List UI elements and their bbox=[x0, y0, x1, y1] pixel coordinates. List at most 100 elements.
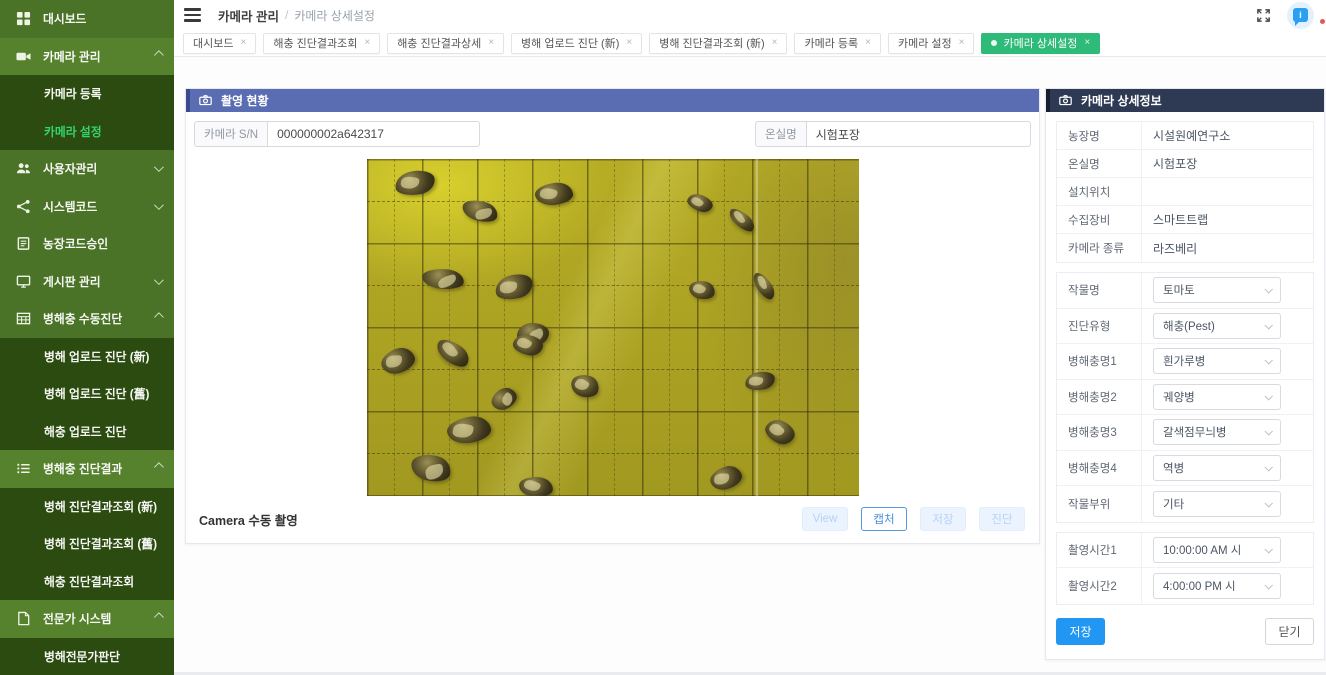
sidebar-item-pest-upload-diagnosis[interactable]: 해충 업로드 진단 bbox=[0, 413, 174, 451]
chat-info-icon[interactable]: i bbox=[1287, 2, 1314, 29]
sidebar-item-label: 병해 진단결과조회 (舊) bbox=[44, 535, 157, 552]
select-병해충명3[interactable]: 갈색점무늬병 bbox=[1153, 419, 1281, 445]
tab-해충 진단결과조회[interactable]: 해충 진단결과조회 × bbox=[263, 33, 380, 54]
sidebar-item-pest-result-query[interactable]: 해충 진단결과조회 bbox=[0, 563, 174, 601]
hamburger-menu-icon[interactable] bbox=[184, 8, 201, 22]
sidebar-item-camera-register[interactable]: 카메라 등록 bbox=[0, 75, 174, 113]
sidebar-item-label: 병해충 수동진단 bbox=[43, 310, 122, 327]
select-value: 기타 bbox=[1163, 496, 1184, 512]
detail-row-label: 촬영시간1 bbox=[1057, 533, 1142, 568]
view-button[interactable]: View bbox=[802, 507, 848, 531]
breadcrumb-section: 카메라 관리 bbox=[218, 6, 279, 25]
main-column: 카메라 관리 / 카메라 상세설정 i 대시보드×해충 진단결과조회×해충 진단… bbox=[174, 0, 1326, 675]
chevron-down-icon bbox=[1264, 545, 1272, 553]
monitor-icon bbox=[16, 273, 32, 289]
insect-blob bbox=[421, 267, 465, 291]
sidebar-item-dashboard[interactable]: 대시보드 bbox=[0, 0, 174, 38]
select-value: 10:00:00 AM 시 bbox=[1163, 542, 1241, 558]
tab-카메라 설정[interactable]: 카메라 설정× bbox=[888, 33, 975, 54]
sidebar-item-disease-result-query-new[interactable]: 병해 진단결과조회 (新) bbox=[0, 488, 174, 526]
캡처-button[interactable]: 캡처 bbox=[861, 507, 907, 531]
select-value: 갈색점무늬병 bbox=[1163, 424, 1226, 440]
grid-dashed-line bbox=[394, 159, 395, 496]
camera-sn-label: 카메라 S/N bbox=[194, 121, 267, 147]
sidebar-item-disease-upload-diagnosis-new[interactable]: 병해 업로드 진단 (新) bbox=[0, 338, 174, 376]
sidebar-item-disease-result-query-old[interactable]: 병해 진단결과조회 (舊) bbox=[0, 525, 174, 563]
select-작물명[interactable]: 토마토 bbox=[1153, 277, 1281, 303]
tab-카메라 상세설정[interactable]: 카메라 상세설정 × bbox=[981, 33, 1100, 54]
sidebar-item-label: 병해전문가판단 bbox=[44, 648, 120, 665]
sidebar-item-label: 병해충 진단결과 bbox=[43, 460, 122, 477]
tab-대시보드[interactable]: 대시보드× bbox=[183, 33, 256, 54]
topbar-actions: i bbox=[1256, 2, 1314, 29]
tab-close-icon[interactable]: × bbox=[240, 38, 246, 48]
tab-close-icon[interactable]: × bbox=[626, 38, 632, 48]
chevron-down-icon bbox=[154, 162, 164, 172]
users-icon bbox=[16, 161, 32, 177]
insect-blob bbox=[487, 384, 520, 414]
detail-row: 촬영시간1 10:00:00 AM 시 bbox=[1057, 533, 1313, 569]
camera-info-table: 농장명시설원예연구소온실명시험포장설치위치수집장비스마트트랩카메라 종류라즈베리 bbox=[1056, 121, 1314, 263]
save-button[interactable]: 저장 bbox=[1056, 618, 1105, 645]
video-camera-icon bbox=[16, 48, 32, 64]
select-촬영시간2[interactable]: 4:00:00 PM 시 bbox=[1153, 573, 1281, 599]
camera-sn-input[interactable] bbox=[267, 121, 480, 147]
tab-close-icon[interactable]: × bbox=[488, 38, 494, 48]
tab-close-icon[interactable]: × bbox=[959, 38, 965, 48]
table-icon bbox=[16, 311, 32, 327]
tab-label: 카메라 상세설정 bbox=[1003, 35, 1077, 51]
detail-row-label: 카메라 종류 bbox=[1057, 234, 1142, 262]
select-작물부위[interactable]: 기타 bbox=[1153, 491, 1281, 517]
chevron-up-icon bbox=[154, 612, 164, 622]
tab-label: 병해 진단결과조회 (新) bbox=[659, 35, 764, 51]
tab-병해 업로드 진단 (新)[interactable]: 병해 업로드 진단 (新)× bbox=[511, 33, 642, 54]
저장-button[interactable]: 저장 bbox=[920, 507, 966, 531]
tab-카메라 등록[interactable]: 카메라 등록× bbox=[794, 33, 881, 54]
tab-해충 진단결과상세[interactable]: 해충 진단결과상세× bbox=[387, 33, 504, 54]
detail-row-value bbox=[1142, 178, 1153, 205]
select-value: 토마토 bbox=[1163, 282, 1195, 298]
sidebar-item-pest-manual-diagnosis[interactable]: 병해충 수동진단 bbox=[0, 300, 174, 338]
camera-detail-panel-header: 카메라 상세정보 bbox=[1046, 89, 1324, 112]
tab-close-icon[interactable]: × bbox=[364, 38, 370, 48]
tab-병해 진단결과조회 (新)[interactable]: 병해 진단결과조회 (新) × bbox=[649, 33, 787, 54]
select-병해충명2[interactable]: 궤양병 bbox=[1153, 384, 1281, 410]
sidebar-item-pest-diagnosis-results[interactable]: 병해충 진단결과 bbox=[0, 450, 174, 488]
detail-row-label: 온실명 bbox=[1057, 150, 1142, 177]
select-진단유형[interactable]: 해충(Pest) bbox=[1153, 313, 1281, 339]
sidebar-item-disease-upload-diagnosis-old[interactable]: 병해 업로드 진단 (舊) bbox=[0, 375, 174, 413]
grid-dashed-line bbox=[779, 159, 780, 496]
sidebar-item-camera-management[interactable]: 카메라 관리 bbox=[0, 38, 174, 76]
sidebar-item-board-management[interactable]: 게시판 관리 bbox=[0, 263, 174, 301]
select-병해충명1[interactable]: 흰가루병 bbox=[1153, 348, 1281, 374]
select-병해충명4[interactable]: 역병 bbox=[1153, 455, 1281, 481]
detail-row-label: 수집장비 bbox=[1057, 206, 1142, 233]
close-button[interactable]: 닫기 bbox=[1265, 618, 1314, 645]
tab-label: 해충 진단결과조회 bbox=[273, 35, 357, 51]
sidebar-item-farm-code-approval[interactable]: 농장코드승인 bbox=[0, 225, 174, 263]
greenhouse-name-input[interactable] bbox=[806, 121, 1031, 147]
insect-blob bbox=[687, 279, 716, 301]
tab-close-icon[interactable]: × bbox=[865, 38, 871, 48]
insect-blob bbox=[749, 270, 778, 303]
grid-dashed-line bbox=[614, 159, 615, 496]
sidebar-item-system-code[interactable]: 시스템코드 bbox=[0, 188, 174, 226]
sidebar-item-user-management[interactable]: 사용자관리 bbox=[0, 150, 174, 188]
sidebar-item-camera-settings[interactable]: 카메라 설정 bbox=[0, 113, 174, 151]
select-촬영시간1[interactable]: 10:00:00 AM 시 bbox=[1153, 537, 1281, 563]
detail-row-label: 설치위치 bbox=[1057, 178, 1142, 205]
tab-close-icon[interactable]: × bbox=[1084, 38, 1090, 48]
chevron-down-icon bbox=[1264, 499, 1272, 507]
detail-panel-buttons: 저장 닫기 bbox=[1056, 618, 1314, 645]
sidebar-item-label: 병해 진단결과조회 (新) bbox=[44, 498, 157, 515]
fullscreen-icon[interactable] bbox=[1256, 8, 1271, 23]
진단-button[interactable]: 진단 bbox=[979, 507, 1025, 531]
grid-dashed-line bbox=[367, 369, 859, 370]
sidebar-item-expert-system[interactable]: 전문가 시스템 bbox=[0, 600, 174, 638]
chevron-down-icon bbox=[1264, 581, 1272, 589]
breadcrumb-separator: / bbox=[285, 8, 288, 22]
sidebar-item-disease-expert-judgement[interactable]: 병해전문가판단 bbox=[0, 638, 174, 675]
camera-icon bbox=[1059, 94, 1072, 107]
grid-dashed-line bbox=[449, 159, 450, 496]
tab-close-icon[interactable]: × bbox=[772, 38, 778, 48]
